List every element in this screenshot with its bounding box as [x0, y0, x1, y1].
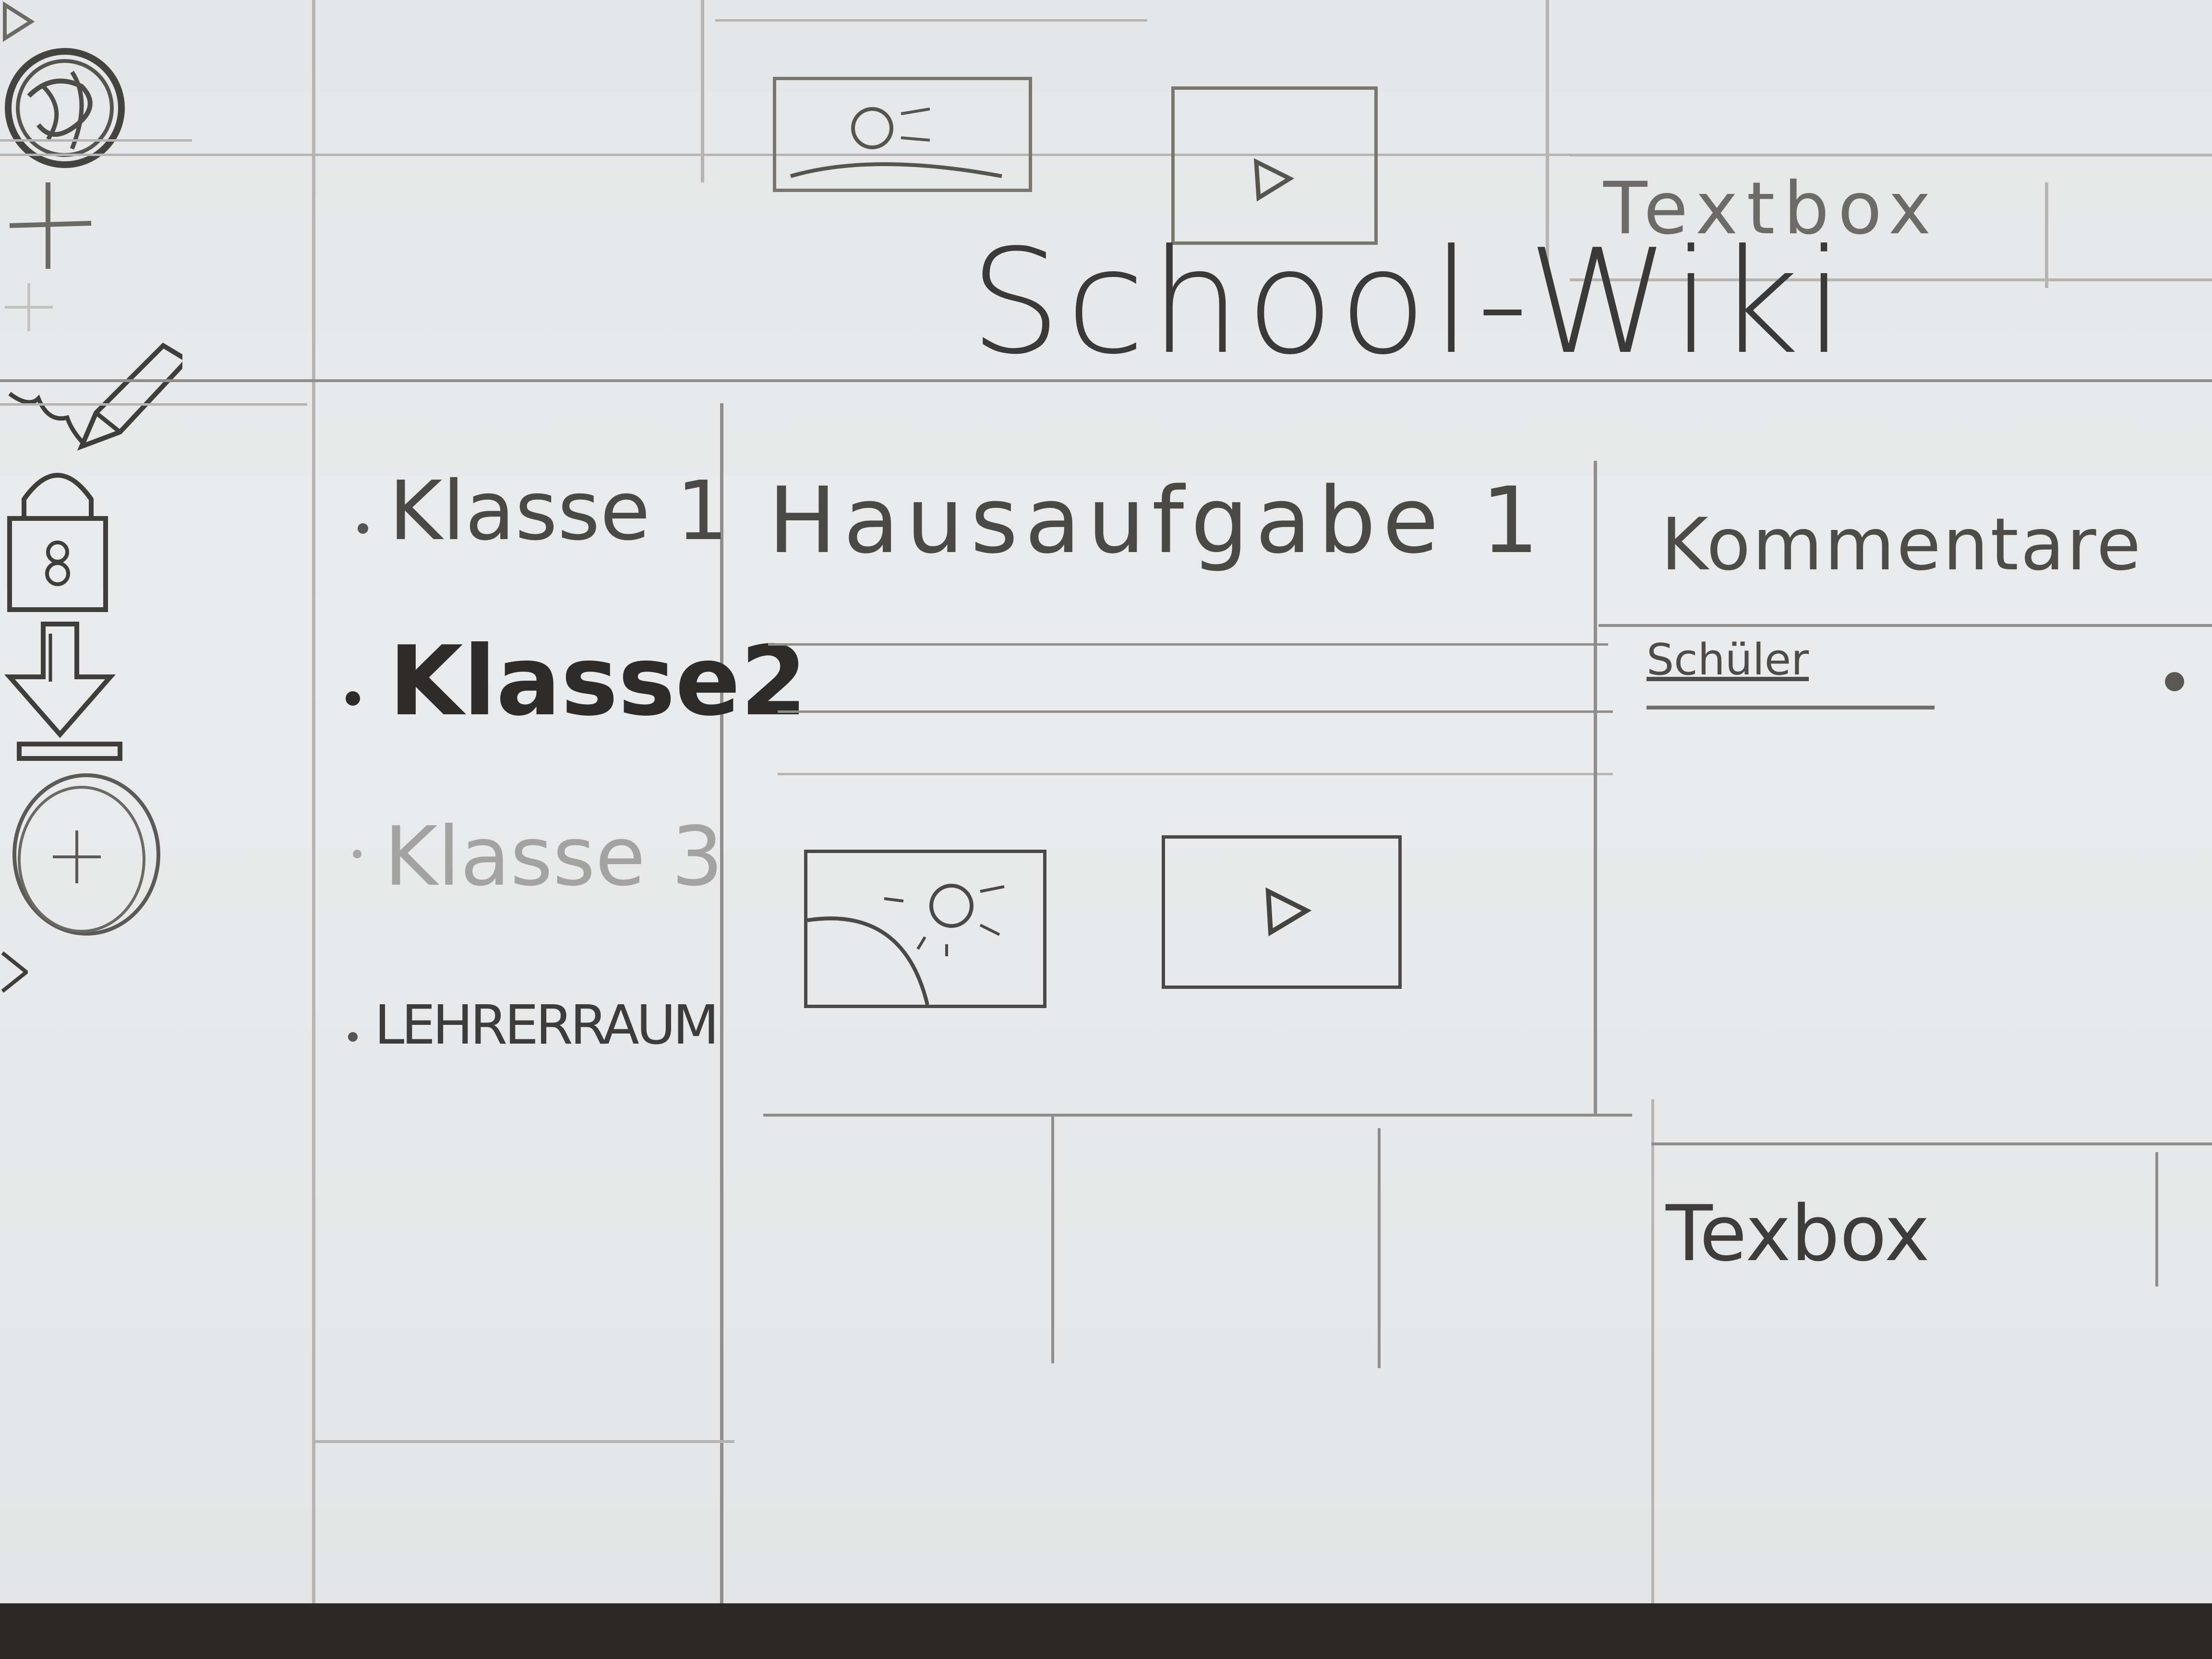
- play-icon: [1253, 158, 1295, 202]
- toolbar-separator: [1378, 1128, 1381, 1368]
- send-icon: [2, 1, 35, 42]
- header-divider-shadow: [0, 403, 307, 406]
- comment-text-line: [1647, 706, 1935, 709]
- toolbar-separator: [1051, 1114, 1054, 1363]
- sidebar-item-label: Klasse 3: [384, 809, 723, 904]
- bullet-icon: [353, 850, 361, 858]
- bg-send-button: [0, 0, 2212, 43]
- bg-send-divider: [2045, 182, 2048, 288]
- bg-image-placeholder: [773, 77, 1032, 192]
- plus-icon: [5, 283, 53, 331]
- assignment-title: Hausaufgabe 1: [768, 468, 1546, 574]
- comment-send-button[interactable]: [0, 946, 2212, 998]
- image-icon: [790, 107, 1002, 178]
- comments-title: Kommentare: [1661, 503, 2143, 587]
- plus-icon: [12, 773, 160, 936]
- plus-icon: [9, 182, 92, 269]
- sidebar-item-label: Klasse2: [389, 625, 807, 737]
- content-text-line: [778, 710, 1613, 713]
- toolbar-divider: [763, 1114, 1632, 1117]
- bg-input-top: [1570, 154, 2212, 156]
- bg-line: [0, 139, 192, 142]
- comment-author: Schüler: [1647, 635, 1809, 685]
- sketch-paper: Textbox School-Wiki Klasse 1 Klasse2 Kla…: [0, 0, 2212, 1603]
- download-button[interactable]: [0, 614, 2212, 768]
- sidebar-footer-divider: [312, 1440, 734, 1443]
- bg-wavy-line: [715, 19, 1147, 22]
- bullet-icon: [348, 1032, 358, 1042]
- content-text-line: [778, 773, 1613, 775]
- comments-divider: [1594, 461, 1597, 1114]
- download-icon: [4, 622, 122, 761]
- bullet-icon: [358, 523, 368, 534]
- bullet-icon: [346, 691, 360, 706]
- image-icon: [807, 884, 1005, 1005]
- video-attachment[interactable]: [1162, 835, 1402, 989]
- comment-send-divider: [2155, 1152, 2158, 1286]
- pencil-icon: [8, 342, 182, 451]
- comment-input-top: [1651, 1142, 2212, 1145]
- comments-header-divider: [1599, 624, 2212, 627]
- content-text-line: [768, 643, 1608, 646]
- send-icon: [1, 951, 28, 993]
- comments-divider-lower: [1651, 1099, 1654, 1603]
- comment-status-dot: [2165, 672, 2184, 691]
- lock-icon: [7, 473, 108, 612]
- frame-left: [312, 0, 315, 1603]
- play-icon: [1265, 887, 1312, 937]
- comment-input[interactable]: Texbox: [1666, 1195, 1930, 1272]
- sidebar-divider: [720, 403, 723, 1603]
- sidebar-item-label: Klasse 1: [389, 464, 728, 559]
- image-attachment[interactable]: [804, 850, 1046, 1008]
- add-comment-button[interactable]: [0, 768, 2212, 946]
- sidebar-item-label: LEHRERRAUM: [374, 994, 719, 1057]
- app-title: School-Wiki: [970, 218, 1850, 386]
